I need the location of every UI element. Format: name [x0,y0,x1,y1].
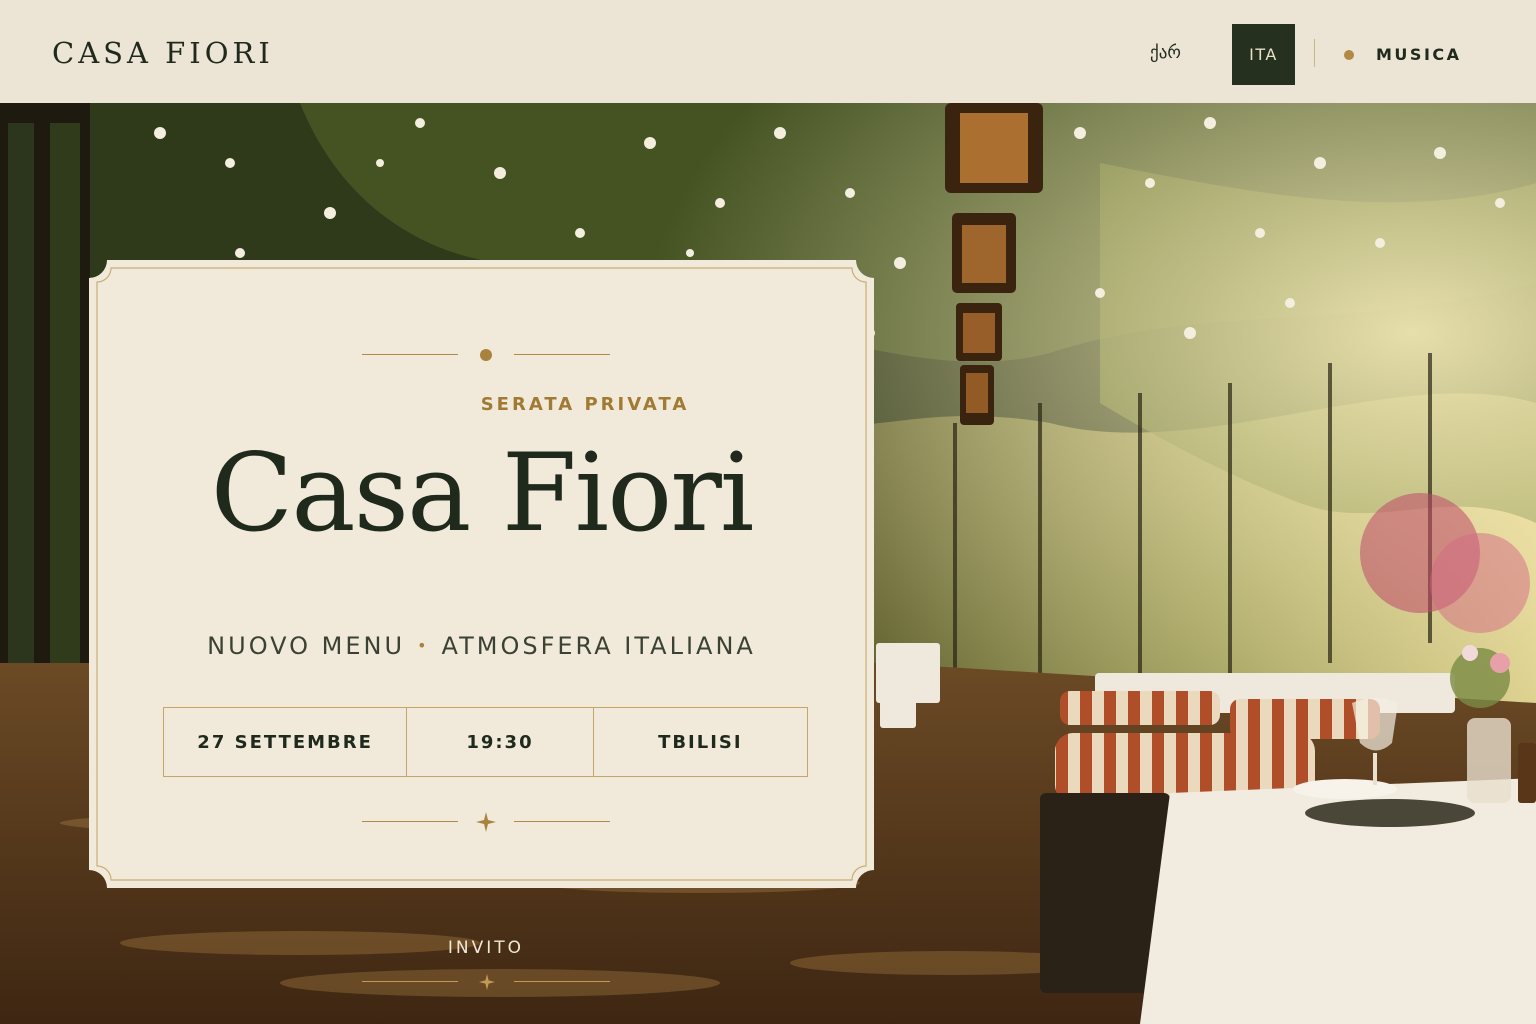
ornament-line-right [514,821,610,822]
invito-ornament [362,972,610,992]
subtitle-atmosphere: ATMOSFERA ITALIANA [441,632,756,660]
header-divider [1314,39,1315,67]
site-logo[interactable]: CASA FIORI [52,36,274,70]
event-details: 27 SETTEMBRE 19:30 TBILISI [163,707,808,777]
event-city: TBILISI [592,708,807,776]
ornament-star-icon [479,974,495,990]
ornament-star-icon [476,812,496,832]
ornament-line-right [514,981,610,982]
music-label: MUSICA [1376,45,1462,64]
lang-georgian-button[interactable]: ქარ [1150,43,1181,63]
music-toggle[interactable]: MUSICA [1344,45,1462,64]
ornament-line-left [362,354,458,355]
event-eyebrow: SERATA PRIVATA [480,394,690,415]
invito-link[interactable]: INVITO [362,938,610,958]
bottom-ornament [362,812,610,832]
event-date: 27 SETTEMBRE [197,731,373,753]
site-header: CASA FIORI ქარ ITA MUSICA [0,0,1536,103]
event-subtitle: NUOVO MENU • ATMOSFERA ITALIANA [89,632,874,660]
event-time: 19:30 [406,708,592,776]
ornament-dot-icon [480,349,492,361]
music-dot-icon [1344,49,1354,60]
subtitle-menu: NUOVO MENU [207,632,406,660]
ornament-line-right [514,354,610,355]
event-title: Casa Fiori [210,431,755,556]
ornament-line-left [362,981,458,982]
ornament-line-left [362,821,458,822]
lang-italian-button[interactable]: ITA [1232,24,1295,85]
top-ornament [362,345,610,365]
subtitle-separator: • [417,636,430,655]
